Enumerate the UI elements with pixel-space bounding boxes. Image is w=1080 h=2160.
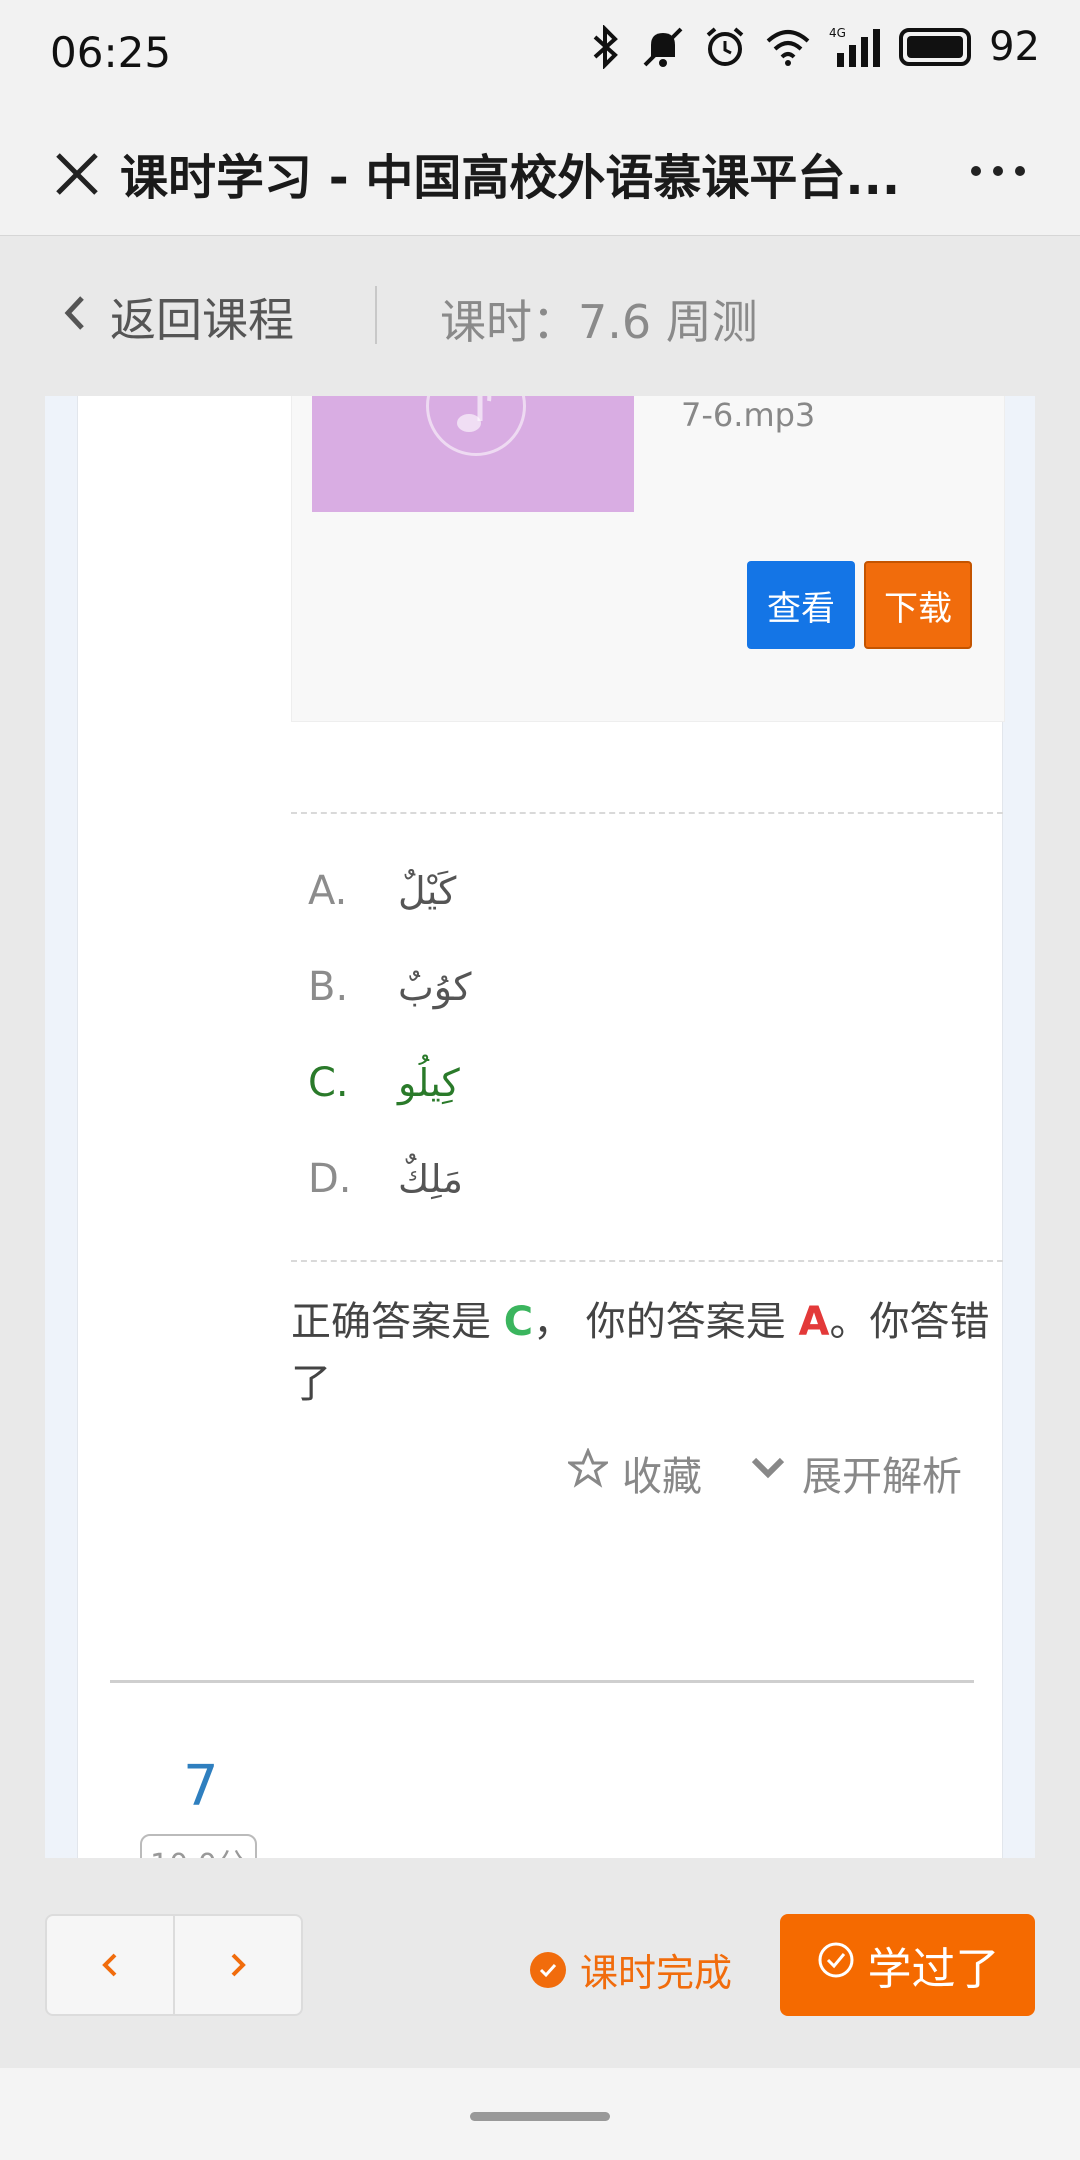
status-time: 06:25 [50,28,172,77]
your-answer: A [798,1299,830,1345]
view-button[interactable]: 查看 [747,561,855,649]
option-text: كَيْلٌ [398,869,457,913]
chevron-left-icon[interactable] [60,288,90,338]
content-frame[interactable]: 7-6.mp3 查看 下载 A. كَيْلٌ B. كوُبٌ C. كِيل… [45,396,1035,1858]
correct-answer: C [503,1299,534,1345]
more-icon[interactable] [971,166,1025,176]
option-d: D. مَلِكٌ [308,1144,463,1214]
wifi-icon [765,27,811,67]
section-divider [110,1680,974,1683]
result-prefix: 正确答案是 [291,1299,504,1345]
music-note-icon [426,396,526,456]
audio-thumbnail[interactable] [312,396,634,512]
bottom-toolbar: 课时完成 学过了 [0,1858,1080,2068]
next-button[interactable] [173,1916,301,2014]
chevron-right-icon [231,1953,246,1977]
option-b: B. كوُبٌ [308,952,472,1022]
content-panel: 7-6.mp3 查看 下载 A. كَيْلٌ B. كوُبٌ C. كِيل… [77,396,1005,1858]
audio-file-name: 7-6.mp3 [681,396,816,434]
chevron-down-icon [748,1448,788,1498]
score-badge: 10.0分 [140,1834,257,1858]
home-indicator[interactable] [470,2112,610,2121]
expand-analysis-button[interactable]: 展开解析 [748,1444,962,1502]
favorite-button[interactable]: 收藏 [565,1444,702,1502]
previous-button[interactable] [47,1916,173,2014]
alarm-icon [703,25,747,69]
learned-label: 学过了 [867,1944,1000,1995]
option-letter: C. [308,1060,349,1106]
svg-text:4G: 4G [829,26,846,40]
battery-icon [899,28,972,66]
title-bar: 课时学习 - 中国高校外语慕课平台... [0,110,1080,236]
complete-label: 课时完成 [580,1951,733,1995]
lesson-title: 课时：7.6 周测 [440,295,758,349]
download-button[interactable]: 下载 [864,561,972,649]
back-to-course-link[interactable]: 返回课程 [110,284,294,350]
option-letter: A. [308,868,348,914]
mute-icon [641,25,685,69]
status-bar: 06:25 4G 92 [0,0,1080,110]
answer-result: 正确答案是 C， 你的答案是 A。你答错了 [291,1291,991,1415]
close-icon[interactable] [38,135,108,205]
page-nav-group [45,1914,303,2016]
options-top-divider [291,812,1003,814]
lesson-complete-status: 课时完成 [530,1942,732,1997]
check-circle-outline-icon [816,1940,856,1991]
option-text: كوُبٌ [398,965,472,1009]
gesture-bar [0,2068,1080,2160]
chevron-left-icon [102,1953,117,1977]
result-middle: ， 你的答案是 [533,1299,799,1345]
expand-label: 展开解析 [802,1454,962,1500]
option-letter: D. [308,1156,352,1202]
bluetooth-icon [589,25,623,69]
check-circle-icon [530,1951,566,1988]
course-header: 返回课程 课时：7.6 周测 [0,236,1080,396]
option-c-correct: C. كِيلُو [308,1048,460,1118]
option-letter: B. [308,964,349,1010]
learned-button[interactable]: 学过了 [780,1914,1035,2016]
media-card: 7-6.mp3 查看 下载 [291,396,1005,722]
option-text: كِيلُو [398,1061,460,1105]
status-icons: 4G 92 [589,24,1040,70]
option-a: A. كَيْلٌ [308,856,456,926]
battery-level: 92 [989,24,1040,70]
favorite-label: 收藏 [622,1454,702,1500]
header-divider [375,286,377,344]
4g-signal-icon: 4G [829,25,881,69]
options-bottom-divider [291,1260,1003,1262]
page-title: 课时学习 - 中国高校外语慕课平台... [120,150,901,206]
option-text: مَلِكٌ [398,1157,463,1201]
question-number: 7 [183,1754,219,1819]
star-icon [565,1447,611,1498]
